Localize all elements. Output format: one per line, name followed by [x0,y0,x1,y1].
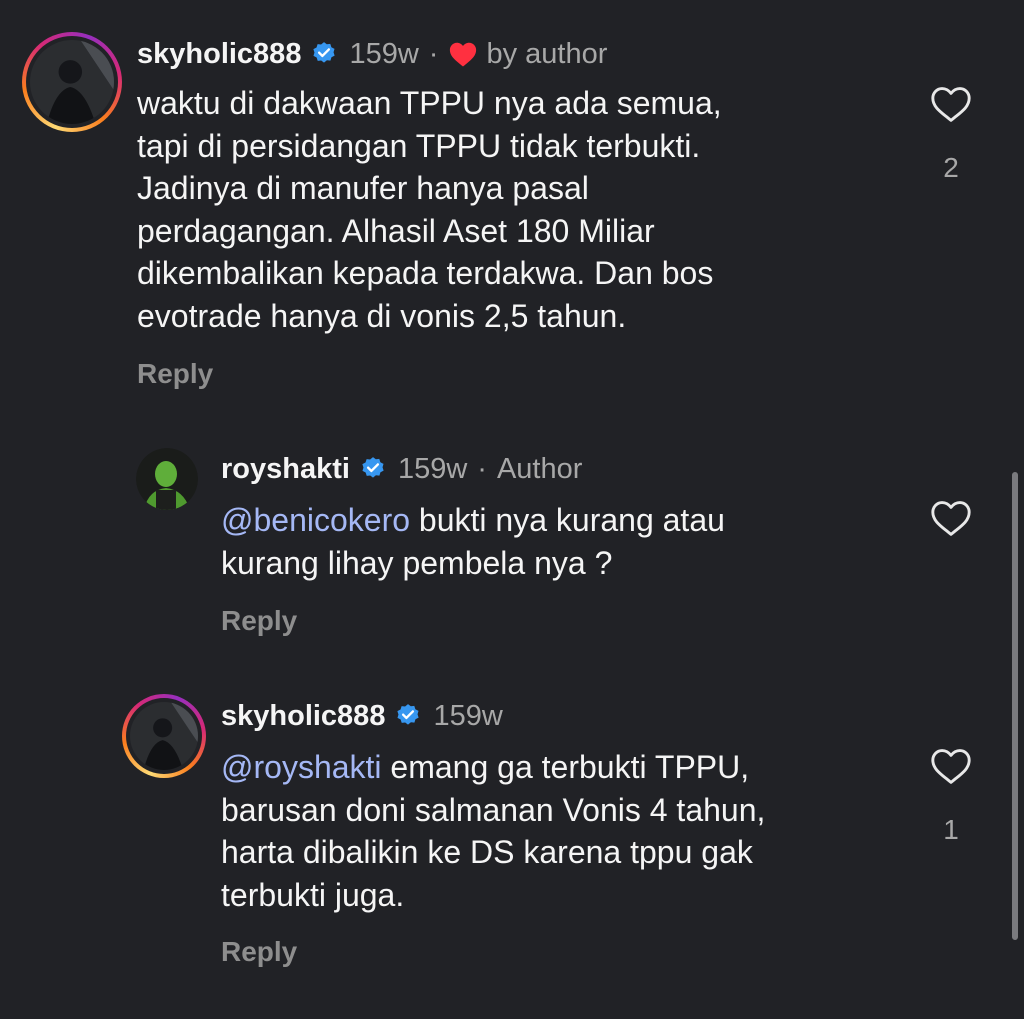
mention-link[interactable]: @benicokero [221,502,410,538]
mention-link[interactable]: @royshakti [221,749,382,785]
author-label: Author [496,452,583,485]
comment-text-line: harta dibalikin ke DS karena tppu gak [221,834,753,870]
comment-text: @royshakti emang ga terbukti TPPU, barus… [221,746,765,916]
liked-by-author-label: by author [486,37,608,70]
reply-button[interactable]: Reply [221,936,297,968]
comment-text-line: waktu di dakwaan TPPU nya ada semua, [137,85,722,121]
avatar[interactable] [136,448,198,510]
verified-badge-icon [313,42,336,63]
avatar-image [130,702,198,770]
avatar[interactable] [22,32,122,132]
heart-outline-icon[interactable] [929,84,973,124]
comment-text-line: bukti nya kurang atau [410,502,725,538]
verified-badge-icon [397,704,420,725]
username[interactable]: skyholic888 [221,700,385,733]
comment-text: waktu di dakwaan TPPU nya ada semua, tap… [137,82,722,337]
avatar-image [30,40,114,124]
comment-text-line: barusan doni salmanan Vonis 4 tahun, [221,791,766,828]
comment-text-line: perdagangan. Alhasil Aset 180 Miliar [137,212,655,249]
heart-filled-icon [450,42,477,67]
reply-button[interactable]: Reply [137,358,213,390]
comment-text-line: tapi di persidangan TPPU tidak terbukti. [137,127,701,164]
verified-badge-icon [362,457,384,478]
comment-header: skyholic888 159w · by author [137,34,607,74]
avatar[interactable] [122,694,206,778]
comment-text-line: emang ga terbukti TPPU, [381,749,750,785]
comment-text-line: evotrade hanya di vonis 2,5 tahun. [137,297,627,334]
comment-header: royshakti 159w · Author [221,449,582,489]
like-count: 1 [943,814,959,845]
comment-text-line: terbukti juga. [221,876,405,913]
username[interactable]: royshakti [221,453,350,486]
username[interactable]: skyholic888 [137,38,301,71]
heart-outline-icon[interactable] [929,746,973,786]
comment-header: skyholic888 159w [221,696,503,736]
comment-text-line: Jadinya di manufer hanya pasal [137,170,589,206]
comment-age: 159w [397,452,468,485]
comment-text: @benicokero bukti nya kurang atau kurang… [221,499,725,584]
separator: · [428,37,439,70]
scrollbar[interactable] [1012,472,1018,940]
reply-button[interactable]: Reply [221,605,297,637]
separator: · [477,452,487,485]
like-count: 2 [943,152,959,183]
comment-text-line: kurang lihay pembela nya ? [221,544,613,581]
comment-text-line: dikembalikan kepada terdakwa. Dan bos [137,255,714,291]
heart-outline-icon[interactable] [929,498,973,538]
comment-age: 159w [433,699,503,732]
comment-age: 159w [349,37,419,70]
avatar-image [136,448,198,510]
